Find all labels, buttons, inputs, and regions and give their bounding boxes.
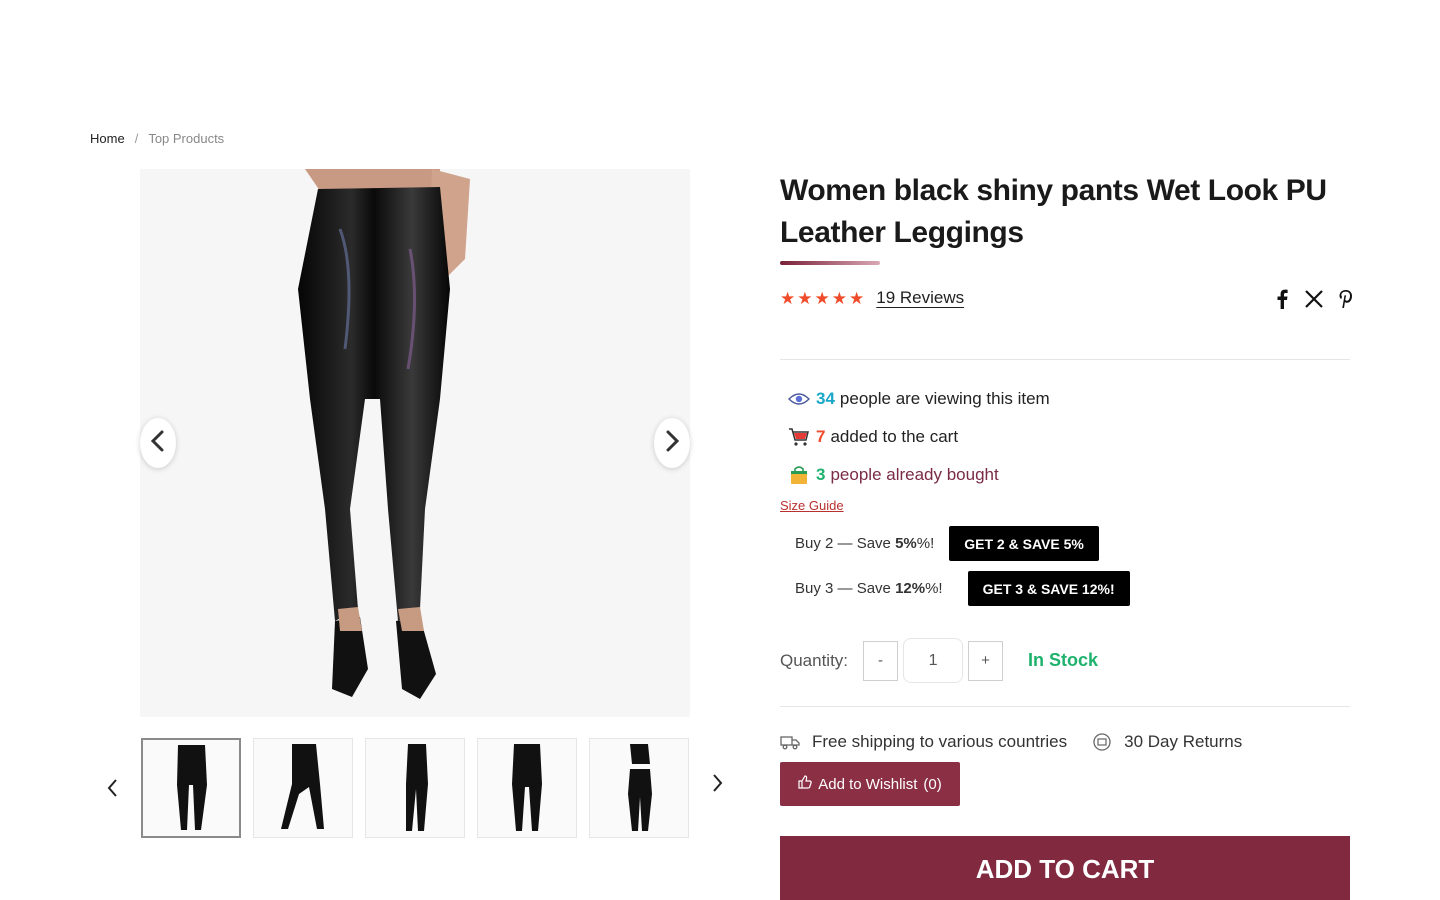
add-to-cart-button[interactable]: ADD TO CART xyxy=(780,836,1350,900)
title-underline xyxy=(780,261,880,265)
thumbnail-5[interactable] xyxy=(589,738,689,838)
section-divider xyxy=(780,706,1350,707)
facebook-icon[interactable] xyxy=(1272,288,1292,310)
thumbnail-2[interactable] xyxy=(253,738,353,838)
quantity-row: Quantity: - + In Stock xyxy=(780,638,1098,683)
bundle-label: Buy 2 — Save 5%%! xyxy=(795,535,935,552)
breadcrumb-separator: / xyxy=(134,131,139,146)
wishlist-count: (0) xyxy=(923,775,942,793)
perk-returns-text: 30 Day Returns xyxy=(1124,732,1243,751)
cart-count: 7 xyxy=(816,427,826,446)
star-icon: ★ xyxy=(849,288,865,308)
image-prev-button[interactable] xyxy=(140,418,176,468)
bundle-button-2[interactable]: GET 2 & SAVE 5% xyxy=(949,526,1099,561)
quantity-decrease-button[interactable]: - xyxy=(863,640,899,681)
star-icon: ★ xyxy=(814,288,830,308)
perk-shipping: Free shipping to various countries xyxy=(780,732,1067,752)
breadcrumb: Home / Top Products xyxy=(90,131,224,146)
perk-returns: 30 Day Returns xyxy=(1092,732,1242,752)
star-icon: ★ xyxy=(780,288,796,308)
star-icon: ★ xyxy=(797,288,813,308)
stat-viewing: 34 people are viewing this item xyxy=(788,380,1050,418)
thumbs-up-icon xyxy=(798,775,812,793)
share-links xyxy=(1272,288,1356,310)
thumbnail-4[interactable] xyxy=(477,738,577,838)
perks-row: Free shipping to various countries 30 Da… xyxy=(780,732,1267,752)
chevron-right-icon xyxy=(664,430,680,457)
eye-icon xyxy=(788,392,810,406)
quantity-label: Quantity: xyxy=(780,650,849,670)
bundle-label: Buy 3 — Save 12%%! xyxy=(795,580,943,597)
product-title: Women black shiny pants Wet Look PU Leat… xyxy=(780,174,1327,249)
image-next-button[interactable] xyxy=(654,418,690,468)
stock-status: In Stock xyxy=(1028,650,1099,670)
chevron-left-icon xyxy=(150,430,166,457)
viewing-count: 34 xyxy=(816,389,835,408)
stat-cart: 7 added to the cart xyxy=(788,418,1050,456)
add-to-wishlist-button[interactable]: Add to Wishlist (0) xyxy=(780,762,960,806)
bundle-offer-3: Buy 3 — Save 12%%! GET 3 & SAVE 12%! xyxy=(780,571,1130,606)
bundle-button-3[interactable]: GET 3 & SAVE 12%! xyxy=(967,571,1130,606)
quantity-increase-button[interactable]: + xyxy=(968,640,1004,681)
shopping-bag-icon xyxy=(788,465,810,485)
wishlist-label: Add to Wishlist xyxy=(818,775,918,793)
breadcrumb-current: Top Products xyxy=(148,131,225,146)
perk-shipping-text: Free shipping to various countries xyxy=(812,732,1068,751)
truck-icon xyxy=(780,734,800,750)
x-icon[interactable] xyxy=(1304,288,1324,310)
thumbnail-strip xyxy=(141,738,689,838)
size-guide-link[interactable]: Size Guide xyxy=(780,498,844,513)
cart-text: added to the cart xyxy=(830,427,959,446)
live-stats: 34 people are viewing this item 7 added … xyxy=(788,380,1050,494)
stat-bought: 3 people already bought xyxy=(788,456,1050,494)
chevron-left-icon xyxy=(106,778,118,803)
thumbnail-1[interactable] xyxy=(141,738,241,838)
reviews-link[interactable]: 19 Reviews xyxy=(876,288,964,308)
bought-count: 3 xyxy=(816,465,826,484)
breadcrumb-home-link[interactable]: Home xyxy=(90,131,125,146)
cart-icon xyxy=(788,427,810,447)
thumbnails-prev-button[interactable] xyxy=(100,778,124,802)
product-main-image[interactable] xyxy=(140,169,690,717)
chevron-right-icon xyxy=(712,773,724,798)
star-icon: ★ xyxy=(831,288,847,308)
pinterest-icon[interactable] xyxy=(1336,288,1356,310)
viewing-text: people are viewing this item xyxy=(839,389,1050,408)
quantity-input[interactable] xyxy=(903,638,964,683)
return-icon xyxy=(1092,732,1112,752)
thumbnails-next-button[interactable] xyxy=(706,773,730,797)
section-divider xyxy=(780,359,1350,360)
bundle-offer-2: Buy 2 — Save 5%%! GET 2 & SAVE 5% xyxy=(780,526,1099,561)
thumbnail-3[interactable] xyxy=(365,738,465,838)
product-rating: ★ ★ ★ ★ ★ 19 Reviews xyxy=(780,288,964,308)
bought-text: people already bought xyxy=(830,465,999,484)
